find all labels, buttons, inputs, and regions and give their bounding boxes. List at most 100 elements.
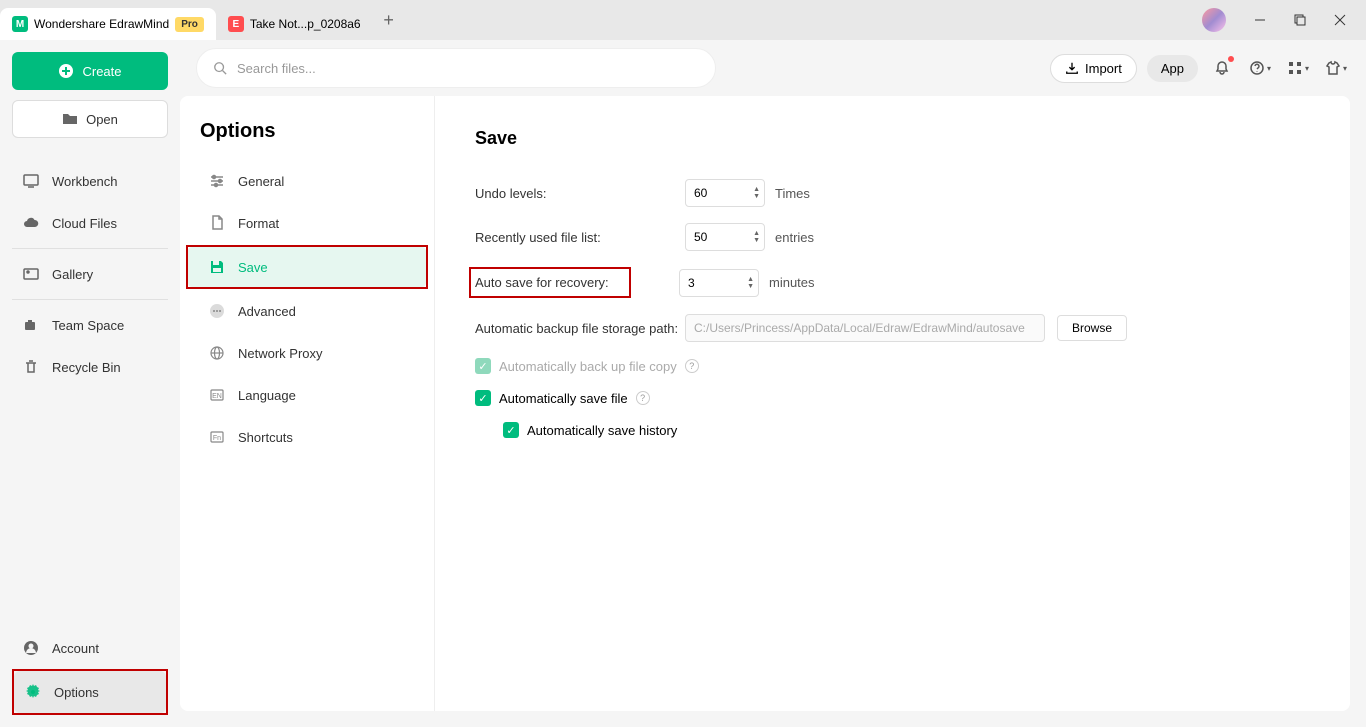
undo-unit: Times <box>775 186 810 201</box>
import-icon <box>1065 61 1079 75</box>
sidebar: Create Open Workbench Cloud Files Galler… <box>0 40 180 727</box>
nav-gallery[interactable]: Gallery <box>12 253 168 295</box>
opt-language[interactable]: EN Language <box>188 375 426 415</box>
nav-team[interactable]: Team Space <box>12 304 168 346</box>
opt-label: Advanced <box>238 304 296 319</box>
titlebar: M Wondershare EdrawMind Pro E Take Not..… <box>0 0 1366 40</box>
globe-icon <box>208 344 226 362</box>
divider <box>12 248 168 249</box>
highlight-save-option: Save <box>186 245 428 289</box>
user-icon <box>22 639 40 657</box>
check-label: Automatically back up file copy <box>499 359 677 374</box>
help-icon[interactable]: ▾ <box>1246 54 1274 82</box>
backup-path-input[interactable] <box>685 314 1045 342</box>
options-title: Options <box>180 120 434 159</box>
nav-label: Gallery <box>52 267 93 282</box>
opt-network[interactable]: Network Proxy <box>188 333 426 373</box>
create-button[interactable]: Create <box>12 52 168 90</box>
help-icon[interactable]: ? <box>685 359 699 373</box>
app-logo-icon: M <box>12 16 28 32</box>
autosave-unit: minutes <box>769 275 815 290</box>
backup-label: Automatic backup file storage path: <box>475 321 685 336</box>
check-backup-copy: ✓ Automatically back up file copy ? <box>475 358 1310 374</box>
autosave-label: Auto save for recovery: <box>469 267 631 298</box>
svg-text:Fn: Fn <box>213 435 221 442</box>
recent-input[interactable] <box>694 230 744 244</box>
undo-input[interactable] <box>694 186 744 200</box>
nav-recycle[interactable]: Recycle Bin <box>12 346 168 388</box>
shirt-icon[interactable]: ▾ <box>1322 54 1350 82</box>
opt-label: Language <box>238 388 296 403</box>
check-label: Automatically save history <box>527 423 677 438</box>
minimize-button[interactable] <box>1242 4 1278 36</box>
import-label: Import <box>1085 61 1122 76</box>
recent-spinner[interactable]: ▲▼ <box>685 223 765 251</box>
browse-label: Browse <box>1072 321 1112 335</box>
search-icon <box>213 61 227 75</box>
options-panel: Options General Format Save <box>180 96 1350 711</box>
check-save-history[interactable]: ✓ Automatically save history <box>503 422 1310 438</box>
nav-cloud[interactable]: Cloud Files <box>12 202 168 244</box>
autosave-input[interactable] <box>688 276 738 290</box>
checkbox[interactable]: ✓ <box>503 422 519 438</box>
opt-advanced[interactable]: Advanced <box>188 291 426 331</box>
import-button[interactable]: Import <box>1050 54 1137 83</box>
doc-icon: E <box>228 16 244 32</box>
opt-shortcuts[interactable]: Fn Shortcuts <box>188 417 426 457</box>
row-recent: Recently used file list: ▲▼ entries <box>475 223 1310 251</box>
topbar: Search files... Import App ▾ ▾ ▾ <box>180 40 1366 96</box>
main: Create Open Workbench Cloud Files Galler… <box>0 40 1366 727</box>
nav-label: Options <box>54 685 99 700</box>
tab-main[interactable]: M Wondershare EdrawMind Pro <box>0 8 216 40</box>
nav-label: Account <box>52 641 99 656</box>
nav-label: Team Space <box>52 318 124 333</box>
spinner-arrows[interactable]: ▲▼ <box>753 230 760 244</box>
opt-label: Network Proxy <box>238 346 323 361</box>
row-backup-path: Automatic backup file storage path: Brow… <box>475 314 1310 342</box>
maximize-button[interactable] <box>1282 4 1318 36</box>
gear-icon <box>24 683 42 701</box>
opt-label: Format <box>238 216 279 231</box>
close-button[interactable] <box>1322 4 1358 36</box>
tab-label: Wondershare EdrawMind <box>34 17 169 31</box>
file-icon <box>208 214 226 232</box>
spinner-arrows[interactable]: ▲▼ <box>747 276 754 290</box>
undo-label: Undo levels: <box>475 186 685 201</box>
nav-account[interactable]: Account <box>12 627 168 669</box>
create-label: Create <box>82 64 121 79</box>
spinner-arrows[interactable]: ▲▼ <box>753 186 760 200</box>
browse-button[interactable]: Browse <box>1057 315 1127 341</box>
dots-icon <box>208 302 226 320</box>
nav-workbench[interactable]: Workbench <box>12 160 168 202</box>
apps-icon[interactable]: ▾ <box>1284 54 1312 82</box>
folder-icon <box>62 111 78 127</box>
opt-format[interactable]: Format <box>188 203 426 243</box>
bell-icon[interactable] <box>1208 54 1236 82</box>
opt-save[interactable]: Save <box>188 247 426 287</box>
options-nav: Options General Format Save <box>180 96 435 711</box>
check-save-file[interactable]: ✓ Automatically save file ? <box>475 390 1310 406</box>
checkbox[interactable]: ✓ <box>475 390 491 406</box>
app-button[interactable]: App <box>1147 55 1198 82</box>
open-button[interactable]: Open <box>12 100 168 138</box>
highlight-options: Options <box>12 669 168 715</box>
window-controls <box>1202 4 1366 36</box>
trash-icon <box>22 358 40 376</box>
undo-spinner[interactable]: ▲▼ <box>685 179 765 207</box>
user-avatar[interactable] <box>1202 8 1226 32</box>
autosave-spinner[interactable]: ▲▼ <box>679 269 759 297</box>
tab-add-button[interactable]: + <box>373 4 405 36</box>
recent-unit: entries <box>775 230 814 245</box>
nav-options[interactable]: Options <box>14 671 166 713</box>
search-input[interactable]: Search files... <box>196 48 716 88</box>
nav-label: Cloud Files <box>52 216 117 231</box>
team-icon <box>22 316 40 334</box>
tab-document[interactable]: E Take Not...p_0208a6 <box>216 8 373 40</box>
help-icon[interactable]: ? <box>636 391 650 405</box>
cloud-icon <box>22 214 40 232</box>
opt-general[interactable]: General <box>188 161 426 201</box>
sliders-icon <box>208 172 226 190</box>
tabs: M Wondershare EdrawMind Pro E Take Not..… <box>0 0 405 40</box>
language-icon: EN <box>208 386 226 404</box>
workbench-icon <box>22 172 40 190</box>
